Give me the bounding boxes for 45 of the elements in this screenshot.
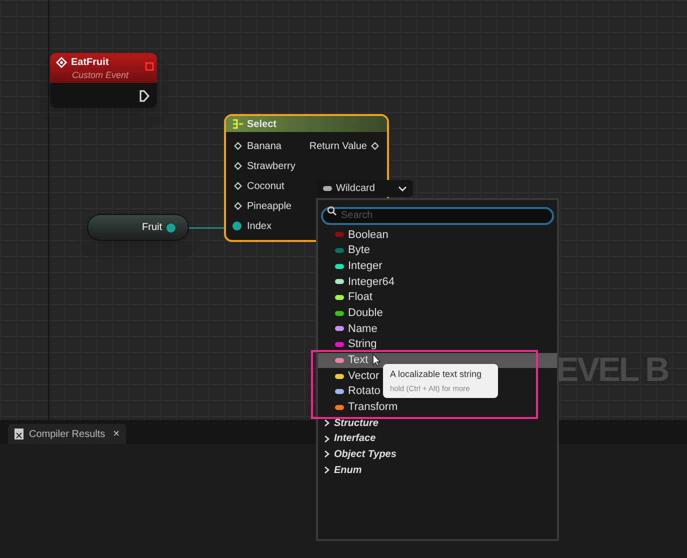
event-icon (56, 57, 67, 68)
pin-icon[interactable] (371, 142, 379, 150)
chevron-down-icon (398, 186, 407, 192)
pin-label: Strawberry (247, 160, 296, 174)
type-option[interactable]: Float (318, 290, 557, 306)
pin-label: Return Value (309, 140, 367, 154)
pin-icon[interactable] (232, 221, 242, 231)
tab-label: Compiler Results (29, 428, 106, 442)
pin-icon[interactable] (234, 162, 242, 170)
category-item[interactable]: Structure (318, 415, 557, 431)
type-option[interactable]: Byte (318, 242, 557, 258)
variable-label: Fruit (142, 221, 162, 235)
pin-icon[interactable] (234, 182, 242, 190)
close-button[interactable]: × (113, 428, 120, 440)
variable-node[interactable]: Fruit (87, 214, 189, 241)
type-pill-icon (323, 186, 332, 191)
pin-label: Pineapple (247, 200, 292, 214)
node-title: Select (247, 118, 276, 132)
type-option[interactable]: Name (318, 321, 557, 337)
select-icon (232, 119, 244, 129)
search-field[interactable]: Search (321, 206, 554, 224)
document-icon (14, 428, 24, 440)
type-option[interactable]: Transform (318, 400, 557, 416)
exec-pin-icon[interactable] (139, 90, 150, 102)
category-item[interactable]: Interface (318, 430, 557, 447)
tooltip-text: A localizable text string (390, 368, 483, 381)
pin-label: Banana (247, 140, 282, 154)
node-subtitle: Custom Event (71, 70, 130, 82)
type-option[interactable]: Integer (318, 258, 557, 274)
type-option[interactable]: Integer64 (318, 274, 557, 290)
search-icon (327, 206, 337, 216)
type-option[interactable]: Double (318, 305, 557, 322)
pin-label: Index (247, 220, 272, 234)
pin-icon[interactable] (234, 142, 242, 150)
category-item[interactable]: Object Types (318, 446, 557, 462)
pin-icon[interactable] (234, 202, 242, 210)
type-option[interactable]: String (318, 336, 557, 352)
event-node[interactable]: EatFruit Custom Event (50, 53, 157, 108)
mouse-cursor-icon (372, 353, 381, 367)
node-title: EatFruit (71, 56, 109, 70)
type-dropdown[interactable]: Wildcard (317, 180, 413, 197)
panel-tab[interactable]: Compiler Results × (8, 424, 126, 444)
pin-label: Coconut (247, 180, 284, 194)
pin-icon[interactable] (166, 222, 176, 232)
category-item[interactable]: Enum (318, 462, 557, 478)
